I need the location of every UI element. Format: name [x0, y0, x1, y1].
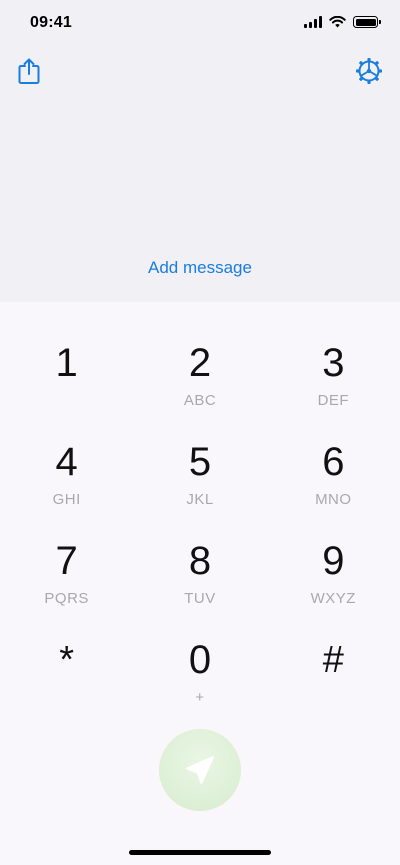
key-digit: 2	[188, 341, 212, 385]
battery-icon	[353, 16, 381, 28]
key-digit: 0	[188, 638, 212, 682]
key-3[interactable]: 3 DEF	[267, 335, 400, 434]
gear-icon	[356, 58, 382, 84]
key-1[interactable]: 1	[0, 335, 133, 434]
key-letters: MNO	[315, 491, 352, 508]
key-digit: 9	[322, 539, 345, 583]
key-8[interactable]: 8 TUV	[133, 533, 266, 632]
send-button[interactable]	[159, 729, 241, 811]
add-message-button[interactable]: Add message	[0, 258, 400, 278]
status-icons	[304, 16, 381, 28]
key-digit: 3	[322, 341, 345, 385]
key-digit: 8	[188, 539, 212, 583]
key-2[interactable]: 2 ABC	[133, 335, 266, 434]
key-digit: 1	[55, 341, 78, 385]
key-6[interactable]: 6 MNO	[267, 434, 400, 533]
key-7[interactable]: 7 PQRS	[0, 533, 133, 632]
home-indicator[interactable]	[129, 850, 271, 855]
key-letters: JKL	[186, 491, 214, 508]
key-letters: ABC	[183, 392, 217, 409]
cellular-signal-icon	[304, 16, 322, 28]
wifi-icon	[329, 16, 346, 28]
key-digit: 5	[188, 440, 212, 484]
key-4[interactable]: 4 GHI	[0, 434, 133, 533]
settings-button[interactable]	[353, 55, 385, 87]
key-digit: 7	[55, 539, 78, 583]
status-time: 09:41	[30, 14, 72, 31]
share-icon	[18, 58, 40, 84]
key-letters: PQRS	[44, 590, 89, 607]
share-button[interactable]	[13, 55, 45, 87]
key-letters: GHI	[52, 491, 81, 508]
dial-keypad: 1 2 ABC 3 DEF 4 GHI 5 JKL 6 MNO 7 PQRS 8…	[0, 335, 400, 731]
send-arrow-icon	[186, 756, 214, 784]
key-hash[interactable]: #	[267, 632, 400, 731]
key-letters: DEF	[317, 392, 350, 409]
key-letters: +	[195, 689, 205, 706]
status-bar: 09:41	[0, 0, 400, 46]
key-digit: #	[322, 639, 344, 681]
key-digit: 6	[322, 440, 345, 484]
key-letters: TUV	[184, 590, 216, 607]
key-digit: 4	[55, 440, 78, 484]
key-5[interactable]: 5 JKL	[133, 434, 266, 533]
key-9[interactable]: 9 WXYZ	[267, 533, 400, 632]
message-area: 09:41 Add message	[0, 0, 400, 302]
key-digit: *	[59, 639, 75, 681]
key-letters: WXYZ	[310, 590, 356, 607]
key-0[interactable]: 0 +	[133, 632, 266, 731]
key-star[interactable]: *	[0, 632, 133, 731]
